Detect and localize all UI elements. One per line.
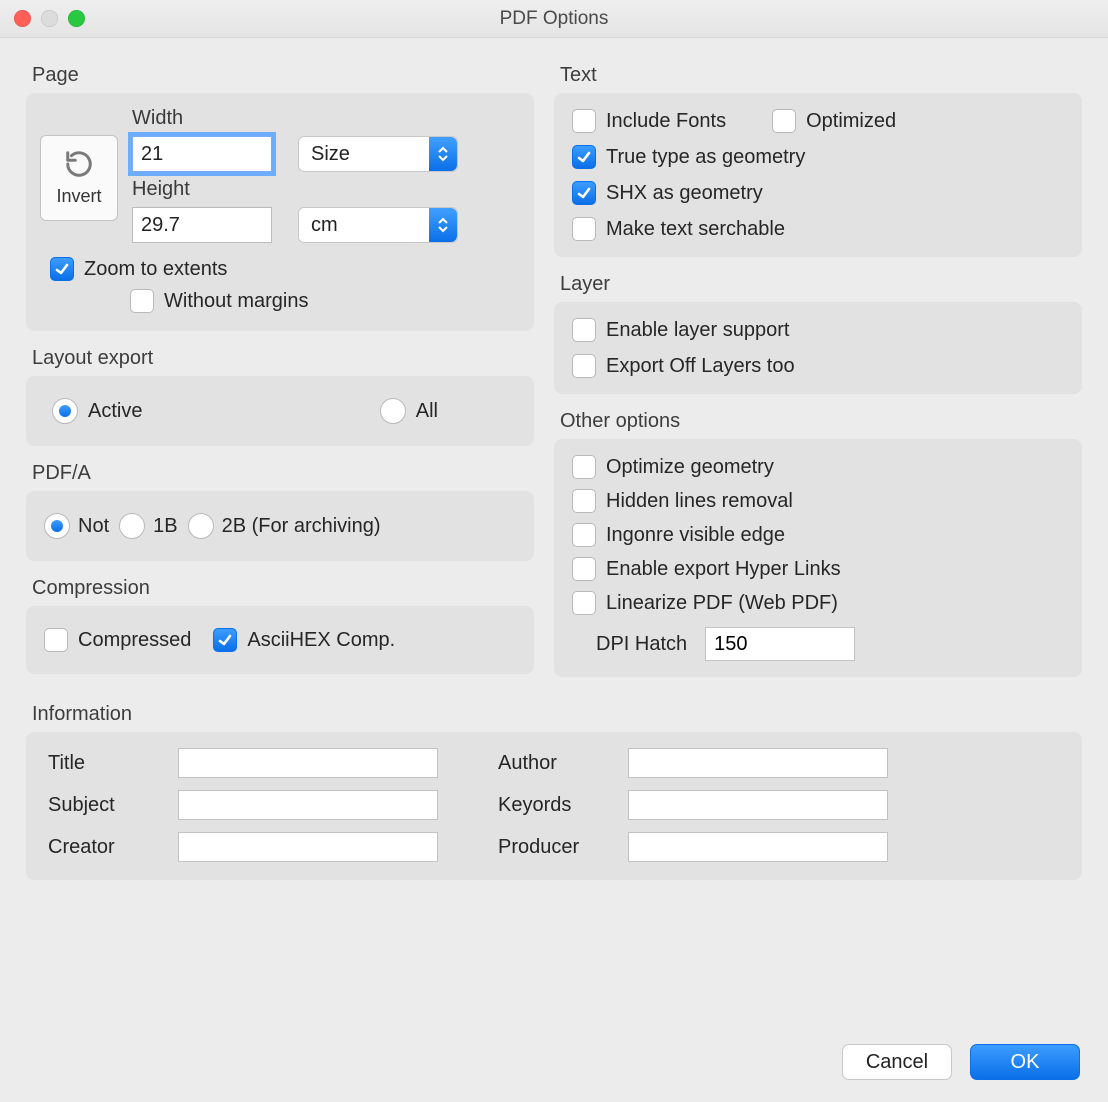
text-section-label: Text [560, 64, 1082, 87]
author-label: Author [498, 752, 628, 775]
hidden-lines-label: Hidden lines removal [606, 490, 793, 513]
other-group: Optimize geometry Hidden lines removal I… [554, 439, 1082, 677]
hyperlinks-label: Enable export Hyper Links [606, 558, 841, 581]
text-group: Include Fonts Optimized True type as geo… [554, 93, 1082, 257]
ignore-edge-label: Ingonre visible edge [606, 524, 785, 547]
subject-input[interactable] [178, 790, 438, 820]
information-section-label: Information [32, 703, 1082, 726]
pdfa-1b-label: 1B [153, 515, 177, 538]
layout-all-label: All [416, 400, 438, 423]
shx-geometry-label: SHX as geometry [606, 182, 763, 205]
zoom-extents-label: Zoom to extents [84, 258, 227, 281]
enable-layer-label: Enable layer support [606, 319, 789, 342]
layout-export-group: Active All [26, 376, 534, 446]
size-select[interactable]: Size [298, 136, 458, 172]
page-group: Invert Width Size Height [26, 93, 534, 331]
export-off-layers-label: Export Off Layers too [606, 355, 795, 378]
page-section-label: Page [32, 64, 534, 87]
without-margins-label: Without margins [164, 290, 309, 313]
width-label: Width [132, 107, 282, 130]
pdfa-group: Not 1B 2B (For archiving) [26, 491, 534, 561]
pdfa-2b-label: 2B (For archiving) [222, 515, 381, 538]
compressed-label: Compressed [78, 629, 191, 652]
layer-group: Enable layer support Export Off Layers t… [554, 302, 1082, 394]
creator-input[interactable] [178, 832, 438, 862]
keywords-label: Keyords [498, 794, 628, 817]
window-controls [14, 10, 85, 27]
compressed-checkbox[interactable] [44, 628, 68, 652]
title-input[interactable] [178, 748, 438, 778]
asciihex-checkbox[interactable] [213, 628, 237, 652]
optimize-geometry-label: Optimize geometry [606, 456, 774, 479]
export-off-layers-checkbox[interactable] [572, 354, 596, 378]
chevron-updown-icon [429, 137, 457, 171]
rotate-icon [64, 149, 94, 184]
ttf-geometry-label: True type as geometry [606, 146, 805, 169]
minimize-window-button[interactable] [41, 10, 58, 27]
layout-section-label: Layout export [32, 347, 534, 370]
author-input[interactable] [628, 748, 888, 778]
information-group: Title Author Subject Keyords Creator Pro… [26, 732, 1082, 880]
optimize-geometry-checkbox[interactable] [572, 455, 596, 479]
searchable-checkbox[interactable] [572, 217, 596, 241]
subject-label: Subject [48, 794, 178, 817]
other-section-label: Other options [560, 410, 1082, 433]
ignore-edge-checkbox[interactable] [572, 523, 596, 547]
asciihex-label: AsciiHEX Comp. [247, 629, 395, 652]
creator-label: Creator [48, 836, 178, 859]
linearize-checkbox[interactable] [572, 591, 596, 615]
height-label: Height [132, 178, 282, 201]
maximize-window-button[interactable] [68, 10, 85, 27]
unit-select[interactable]: cm [298, 207, 458, 243]
close-window-button[interactable] [14, 10, 31, 27]
cancel-button[interactable]: Cancel [842, 1044, 952, 1080]
include-fonts-checkbox[interactable] [572, 109, 596, 133]
pdfa-1b-radio[interactable] [119, 513, 145, 539]
without-margins-checkbox[interactable] [130, 289, 154, 313]
pdfa-section-label: PDF/A [32, 462, 534, 485]
invert-label: Invert [56, 186, 101, 207]
dialog-footer: Cancel OK [842, 1044, 1080, 1080]
width-input[interactable] [132, 136, 272, 172]
optimized-checkbox[interactable] [772, 109, 796, 133]
enable-layer-checkbox[interactable] [572, 318, 596, 342]
dpi-input[interactable] [705, 627, 855, 661]
compression-section-label: Compression [32, 577, 534, 600]
ok-label: OK [1011, 1051, 1040, 1074]
optimized-label: Optimized [806, 110, 896, 133]
producer-input[interactable] [628, 832, 888, 862]
include-fonts-label: Include Fonts [606, 110, 726, 133]
layout-active-label: Active [88, 400, 142, 423]
ok-button[interactable]: OK [970, 1044, 1080, 1080]
title-label: Title [48, 752, 178, 775]
shx-geometry-checkbox[interactable] [572, 181, 596, 205]
pdfa-2b-radio[interactable] [188, 513, 214, 539]
titlebar: PDF Options [0, 0, 1108, 38]
keywords-input[interactable] [628, 790, 888, 820]
size-select-value: Size [311, 143, 350, 166]
linearize-label: Linearize PDF (Web PDF) [606, 592, 838, 615]
pdfa-not-radio[interactable] [44, 513, 70, 539]
unit-select-value: cm [311, 214, 338, 237]
window-title: PDF Options [0, 8, 1108, 30]
invert-button[interactable]: Invert [40, 135, 118, 221]
ttf-geometry-checkbox[interactable] [572, 145, 596, 169]
compression-group: Compressed AsciiHEX Comp. [26, 606, 534, 674]
producer-label: Producer [498, 836, 628, 859]
height-input[interactable] [132, 207, 272, 243]
hidden-lines-checkbox[interactable] [572, 489, 596, 513]
chevron-updown-icon [429, 208, 457, 242]
zoom-extents-checkbox[interactable] [50, 257, 74, 281]
layout-all-radio[interactable] [380, 398, 406, 424]
cancel-label: Cancel [866, 1051, 928, 1074]
searchable-label: Make text serchable [606, 218, 785, 241]
layer-section-label: Layer [560, 273, 1082, 296]
hyperlinks-checkbox[interactable] [572, 557, 596, 581]
dpi-label: DPI Hatch [596, 633, 687, 656]
pdfa-not-label: Not [78, 515, 109, 538]
layout-active-radio[interactable] [52, 398, 78, 424]
